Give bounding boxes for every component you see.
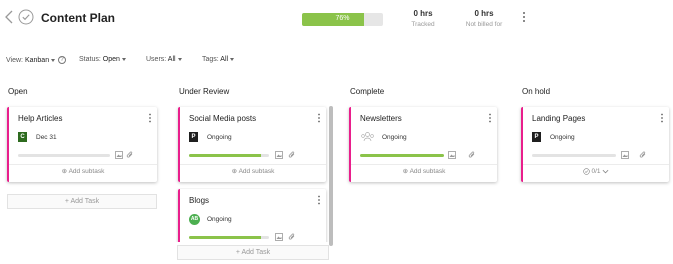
subtask-counter[interactable]: 0/1	[523, 164, 669, 177]
tracked-value: 0 hrs	[413, 9, 433, 18]
status-filter-value: Open	[102, 56, 120, 63]
image-icon[interactable]	[275, 233, 283, 241]
card-progress-bar	[360, 154, 444, 157]
chevron-down-icon	[121, 57, 126, 61]
task-card-social-media-posts[interactable]: Social Media posts P Ongoing ⊕ Add subta…	[178, 107, 326, 182]
image-icon[interactable]	[115, 151, 123, 159]
tracked-stat: 0 hrs Tracked	[408, 9, 438, 28]
view-filter-value: Kanban	[24, 56, 50, 64]
card-title: Newsletters	[360, 114, 402, 123]
card-more-icon[interactable]	[488, 113, 492, 123]
card-status: Ongoing	[382, 134, 407, 141]
chevron-down-icon	[230, 57, 235, 61]
more-options-icon[interactable]	[520, 11, 528, 23]
progress-label: 76%	[335, 15, 350, 22]
status-filter-key: Status:	[79, 56, 101, 63]
column-title-under-review: Under Review	[179, 87, 230, 96]
chevron-down-icon	[177, 57, 182, 61]
add-subtask-label: Add subtask	[238, 168, 275, 175]
task-card-help-articles[interactable]: Help Articles C Dec 31 ⊕ Add subtask	[7, 107, 157, 182]
chevron-down-icon	[51, 58, 56, 62]
not-billed-label: Not billed for	[465, 21, 503, 28]
card-progress-bar	[532, 154, 616, 157]
users-filter-key: Users:	[146, 56, 167, 63]
attachment-icon[interactable]	[639, 151, 647, 159]
card-status: Ongoing	[550, 134, 575, 141]
not-billed-value: 0 hrs	[474, 9, 494, 18]
view-filter-key: View:	[6, 56, 23, 64]
card-more-icon[interactable]	[660, 113, 664, 123]
task-card-blogs[interactable]: Blogs AB Ongoing	[178, 189, 326, 242]
attachment-icon[interactable]	[288, 151, 296, 159]
add-subtask-button[interactable]: ⊕ Add subtask	[180, 164, 326, 177]
card-progress-bar	[18, 154, 110, 157]
card-status: Ongoing	[207, 134, 232, 141]
group-icon	[361, 132, 374, 142]
task-card-newsletters[interactable]: Newsletters Ongoing ⊕ Add subtask	[349, 107, 497, 182]
view-filter[interactable]: View: Kanban ?	[6, 56, 67, 64]
assignee-avatar: AB	[189, 214, 200, 225]
check-circle-icon	[582, 168, 590, 175]
attachment-icon[interactable]	[288, 233, 296, 241]
project-progress-bar: 76%	[302, 13, 383, 26]
card-title: Social Media posts	[189, 114, 257, 123]
add-subtask-label: Add subtask	[409, 168, 446, 175]
card-title: Blogs	[189, 196, 210, 205]
add-task-button-under-review[interactable]: + Add Task	[177, 245, 329, 260]
add-subtask-button[interactable]: ⊕ Add subtask	[351, 164, 497, 177]
card-due-date: Dec 31	[36, 134, 57, 141]
add-subtask-label: Add subtask	[68, 168, 105, 175]
tracked-label: Tracked	[411, 21, 435, 28]
image-icon[interactable]	[621, 151, 629, 159]
tags-filter-key: Tags:	[202, 56, 219, 63]
assignee-badge: P	[189, 132, 198, 142]
assignee-badge: P	[532, 132, 541, 142]
attachment-icon[interactable]	[468, 151, 476, 159]
attachment-icon[interactable]	[126, 151, 134, 159]
card-progress-bar	[189, 154, 269, 157]
complete-check-icon[interactable]	[18, 9, 34, 25]
back-arrow-icon[interactable]	[4, 10, 16, 24]
chevron-down-icon[interactable]	[602, 169, 609, 174]
add-task-button-open[interactable]: + Add Task	[7, 194, 157, 209]
task-card-landing-pages[interactable]: Landing Pages P Ongoing 0/1	[521, 107, 669, 182]
card-title: Landing Pages	[532, 114, 586, 123]
card-more-icon[interactable]	[148, 113, 152, 123]
column-scrollbar[interactable]	[329, 106, 333, 246]
column-title-complete: Complete	[350, 87, 385, 96]
status-filter[interactable]: Status: Open	[79, 56, 126, 63]
column-title-on-hold: On hold	[522, 87, 551, 96]
help-icon[interactable]: ?	[58, 56, 67, 64]
card-progress-bar	[189, 236, 269, 239]
card-more-icon[interactable]	[317, 113, 321, 123]
image-icon[interactable]	[448, 151, 456, 159]
subtask-count: 0/1	[591, 168, 601, 175]
tags-filter-value: All	[220, 56, 229, 63]
image-icon[interactable]	[275, 151, 283, 159]
blogs-card-viewport: Blogs AB Ongoing	[176, 188, 330, 242]
page-title: Content Plan	[41, 11, 115, 25]
add-subtask-button[interactable]: ⊕ Add subtask	[9, 164, 157, 177]
card-title: Help Articles	[18, 114, 63, 123]
not-billed-stat: 0 hrs Not billed for	[459, 9, 509, 28]
assignee-badge: C	[18, 132, 27, 142]
column-title-open: Open	[8, 87, 28, 96]
card-more-icon[interactable]	[317, 195, 321, 205]
users-filter-value: All	[167, 56, 176, 63]
users-filter[interactable]: Users: All	[146, 56, 182, 63]
tags-filter[interactable]: Tags: All	[202, 56, 235, 63]
card-status: Ongoing	[207, 216, 232, 223]
